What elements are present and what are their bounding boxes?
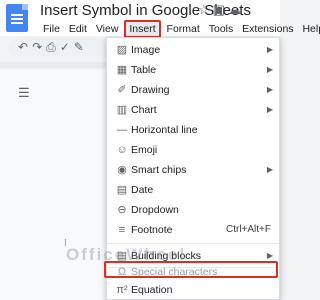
date-icon: ▤ [116, 184, 128, 196]
menu-item-label: Image [131, 44, 161, 56]
menu-format[interactable]: Format [164, 22, 203, 36]
menu-item-smart-chips[interactable]: ◉ Smart chips ▶ [107, 160, 279, 180]
menu-item-horizontal-line[interactable]: — Horizontal line [107, 120, 279, 140]
menu-item-label: Dropdown [131, 204, 179, 216]
menu-item-label: Date [131, 184, 154, 196]
dropdown-icon: ⊖ [117, 204, 127, 216]
menu-bar: File Edit View Insert Format Tools Exten… [40, 20, 320, 38]
menu-item-label: Table [131, 64, 157, 76]
menu-edit[interactable]: Edit [66, 22, 90, 36]
chevron-right-icon: ▶ [266, 85, 273, 94]
horizontal-line-icon: — [116, 124, 128, 136]
outline-icon[interactable]: ☰ [18, 85, 30, 101]
chart-icon: ▥ [116, 104, 128, 116]
menu-item-label: Footnote [131, 224, 173, 236]
menu-item-equation[interactable]: π² Equation [107, 280, 279, 300]
menu-item-dropdown[interactable]: ⊖ Dropdown [107, 200, 279, 220]
paint-format-icon[interactable]: ✎ [74, 40, 88, 54]
star-icon[interactable]: ☆ [198, 2, 213, 17]
menu-item-label: Horizontal line [131, 124, 198, 136]
title-actions: ☆▣☁ [198, 2, 244, 18]
image-icon: ▨ [116, 44, 128, 56]
cloud-status-icon[interactable]: ☁ [228, 2, 244, 17]
smart-chips-icon: ◉ [117, 164, 127, 176]
menu-tools[interactable]: Tools [206, 22, 237, 36]
print-icon[interactable]: ⎙ [46, 40, 60, 54]
menu-item-footnote[interactable]: ≡ Footnote Ctrl+Alt+F [107, 220, 279, 240]
menu-item-chart[interactable]: ▥ Chart ▶ [107, 100, 279, 120]
chevron-right-icon: ▶ [266, 165, 273, 174]
menu-separator [107, 243, 279, 244]
chevron-right-icon: ▶ [266, 105, 273, 114]
docs-logo-icon[interactable] [6, 4, 28, 32]
menu-item-image[interactable]: ▨ Image ▶ [107, 40, 279, 60]
menu-item-label: Equation [131, 284, 173, 296]
menu-help[interactable]: Help [299, 22, 320, 36]
menu-item-label: Smart chips [131, 164, 187, 176]
undo-icon[interactable]: ↶ [18, 40, 32, 54]
drawing-icon: ✐ [117, 84, 127, 96]
menu-insert[interactable]: Insert [124, 20, 161, 38]
menu-item-table[interactable]: ▦ Table ▶ [107, 60, 279, 80]
menu-item-date[interactable]: ▤ Date [107, 180, 279, 200]
move-folder-icon[interactable]: ▣ [213, 2, 228, 17]
spellcheck-icon[interactable]: ✓ [60, 40, 74, 54]
chevron-right-icon: ▶ [266, 65, 273, 74]
menu-item-label: Emoji [131, 144, 158, 156]
special-characters-highlight [104, 261, 278, 278]
footnote-icon: ≡ [118, 224, 126, 236]
menu-item-label: Chart [131, 104, 157, 116]
footnote-shortcut: Ctrl+Alt+F [225, 224, 271, 235]
menu-file[interactable]: File [40, 22, 63, 36]
pi-icon: π² [116, 284, 128, 296]
title-bar: Insert Symbol in Google Sheets ☆▣☁ File … [0, 0, 320, 38]
menu-item-emoji[interactable]: ☺ Emoji [107, 140, 279, 160]
redo-icon[interactable]: ↷ [32, 40, 46, 54]
menu-extensions[interactable]: Extensions [239, 22, 296, 36]
menu-item-drawing[interactable]: ✐ Drawing ▶ [107, 80, 279, 100]
table-icon: ▦ [116, 64, 128, 76]
menu-item-label: Drawing [131, 84, 170, 96]
chevron-right-icon: ▶ [266, 45, 273, 54]
menu-view[interactable]: View [93, 22, 122, 36]
emoji-icon: ☺ [116, 144, 128, 156]
